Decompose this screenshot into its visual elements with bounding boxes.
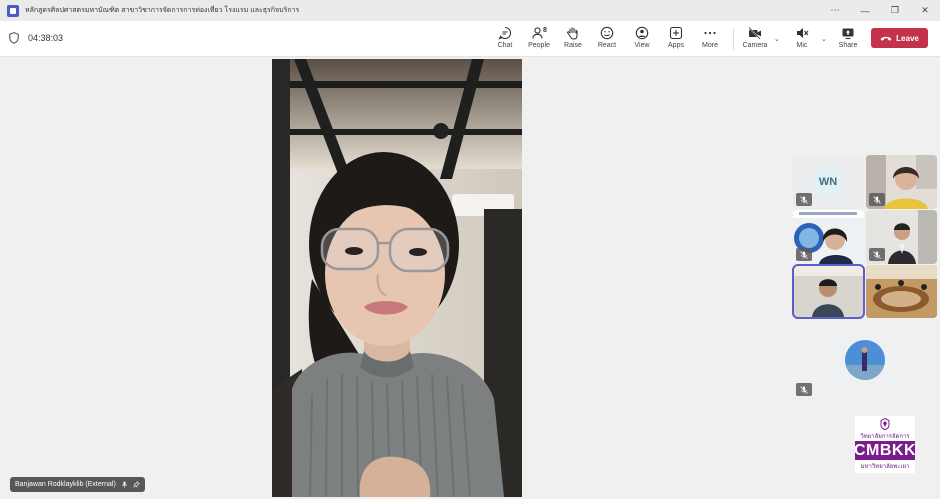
- chat-label: Chat: [497, 42, 513, 49]
- gallery-tile-conference-room[interactable]: [866, 265, 937, 318]
- minimize-icon[interactable]: —: [850, 0, 880, 21]
- apps-button[interactable]: Apps: [659, 24, 693, 54]
- mic-label: Mic: [796, 42, 808, 49]
- participant-video-image: [272, 59, 522, 497]
- share-label: Share: [838, 42, 858, 49]
- raise-label: Raise: [564, 42, 582, 49]
- participant-video-image: [866, 265, 937, 318]
- participant-name-tag: Banjawan Rodklayklib (External): [10, 477, 145, 492]
- people-button[interactable]: 8 People: [522, 24, 556, 54]
- raise-hand-button[interactable]: Raise: [556, 24, 590, 54]
- mic-options-chevron-icon[interactable]: ⌄: [821, 35, 827, 43]
- share-button[interactable]: Share: [831, 24, 865, 54]
- mic-muted-icon: [797, 28, 809, 38]
- chat-button[interactable]: Chat: [488, 24, 522, 54]
- window-more-icon[interactable]: ⋯: [820, 0, 850, 21]
- raise-hand-icon: [567, 27, 578, 40]
- participant-video-image: [794, 266, 863, 317]
- teams-app-icon: [7, 4, 19, 17]
- mic-muted-icon: [796, 193, 812, 206]
- people-count: 8: [543, 27, 547, 34]
- logo-line-2: มหาวิทยาลัยพะเยา: [860, 464, 910, 470]
- apps-plus-icon: [669, 26, 683, 40]
- participant-name: Banjawan Rodklayklib (External): [15, 481, 116, 488]
- mic-muted-icon: [796, 248, 812, 261]
- more-label: More: [702, 42, 718, 49]
- camera-button[interactable]: Camera: [738, 24, 772, 54]
- close-icon[interactable]: ✕: [910, 0, 940, 21]
- apps-label: Apps: [668, 42, 684, 49]
- gallery-tile-participant-7[interactable]: [793, 321, 937, 399]
- window-title: หลักสูตรศิลปศาสตรมหาบัณฑิต สาขาวิชาการจั…: [25, 7, 300, 14]
- camera-off-icon: [748, 26, 761, 40]
- restore-icon[interactable]: ❐: [880, 0, 910, 21]
- mic-muted-icon: [869, 248, 885, 261]
- view-label: View: [634, 42, 650, 49]
- react-label: React: [597, 42, 617, 49]
- gallery-tile-participant-2[interactable]: [866, 155, 937, 209]
- institution-logo: วิทยาลัยการจัดการ CMBKK มหาวิทยาลัยพะเยา: [853, 416, 917, 473]
- phone-hangup-icon: [880, 36, 892, 41]
- react-button[interactable]: React: [590, 24, 624, 54]
- chat-icon: [498, 26, 512, 40]
- main-participant-video[interactable]: [272, 59, 522, 497]
- gallery-tile-participant-3[interactable]: [793, 210, 864, 264]
- view-button[interactable]: View: [625, 24, 659, 54]
- pin-icon[interactable]: [133, 481, 140, 488]
- gallery-tile-active-speaker[interactable]: [792, 264, 865, 319]
- mic-muted-icon: [869, 193, 885, 206]
- share-screen-icon: [842, 28, 854, 40]
- logo-acronym: CMBKK: [853, 441, 917, 460]
- logo-line-1: วิทยาลัยการจัดการ: [860, 434, 910, 440]
- more-button[interactable]: More: [693, 24, 727, 54]
- meeting-toolbar: 04:38:03 Chat 8 People Raise React View …: [0, 21, 940, 57]
- smile-icon: [600, 26, 614, 40]
- avatar: WN: [813, 167, 843, 197]
- window-title-bar: หลักสูตรศิลปศาสตรมหาบัณฑิต สาขาวิชาการจั…: [0, 0, 940, 21]
- toolbar-divider: [733, 28, 734, 50]
- camera-label: Camera: [742, 42, 768, 49]
- view-icon: [635, 26, 649, 40]
- leave-label: Leave: [896, 33, 919, 43]
- gallery-tile-wn[interactable]: WN: [793, 155, 864, 209]
- gallery-tile-participant-4[interactable]: [866, 210, 937, 264]
- crest-icon: [880, 418, 890, 430]
- profile-photo-avatar: [845, 340, 885, 380]
- meeting-timer: 04:38:03: [28, 33, 64, 43]
- mic-icon: [121, 481, 127, 488]
- leave-button[interactable]: Leave: [871, 28, 928, 48]
- mic-muted-icon: [796, 383, 812, 396]
- more-dots-icon: [704, 31, 716, 35]
- camera-options-chevron-icon[interactable]: ⌄: [774, 35, 780, 43]
- meeting-stage: Banjawan Rodklayklib (External) WN วิทยา…: [0, 57, 940, 499]
- mic-button[interactable]: Mic: [785, 24, 819, 54]
- window-controls: ⋯ — ❐ ✕: [820, 0, 940, 21]
- shield-icon: [9, 32, 19, 44]
- people-label: People: [528, 42, 550, 49]
